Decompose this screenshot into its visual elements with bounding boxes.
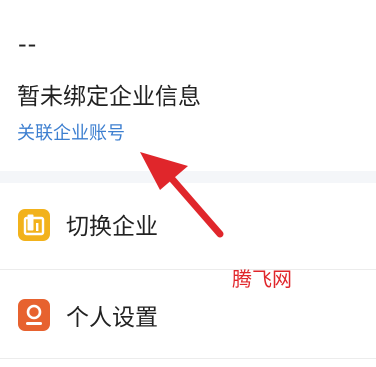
menu-item-label: 个人设置 (66, 305, 158, 331)
divider (0, 358, 376, 359)
personal-settings-icon (18, 299, 50, 331)
enterprise-page: -- 暂未绑定企业信息 关联企业账号 切换企业 个人设置 腾飞网 (0, 0, 376, 367)
menu-item-personal-settings[interactable]: 个人设置 (0, 270, 376, 356)
menu-item-switch-enterprise[interactable]: 切换企业 (0, 183, 376, 269)
enterprise-status-text: 暂未绑定企业信息 (17, 84, 201, 110)
section-divider (0, 171, 376, 183)
enterprise-name-placeholder: -- (18, 30, 38, 58)
switch-enterprise-icon (18, 209, 50, 241)
associate-enterprise-link[interactable]: 关联企业账号 (17, 119, 125, 145)
menu-item-label: 切换企业 (66, 214, 158, 240)
watermark-text: 腾飞网 (232, 267, 292, 291)
